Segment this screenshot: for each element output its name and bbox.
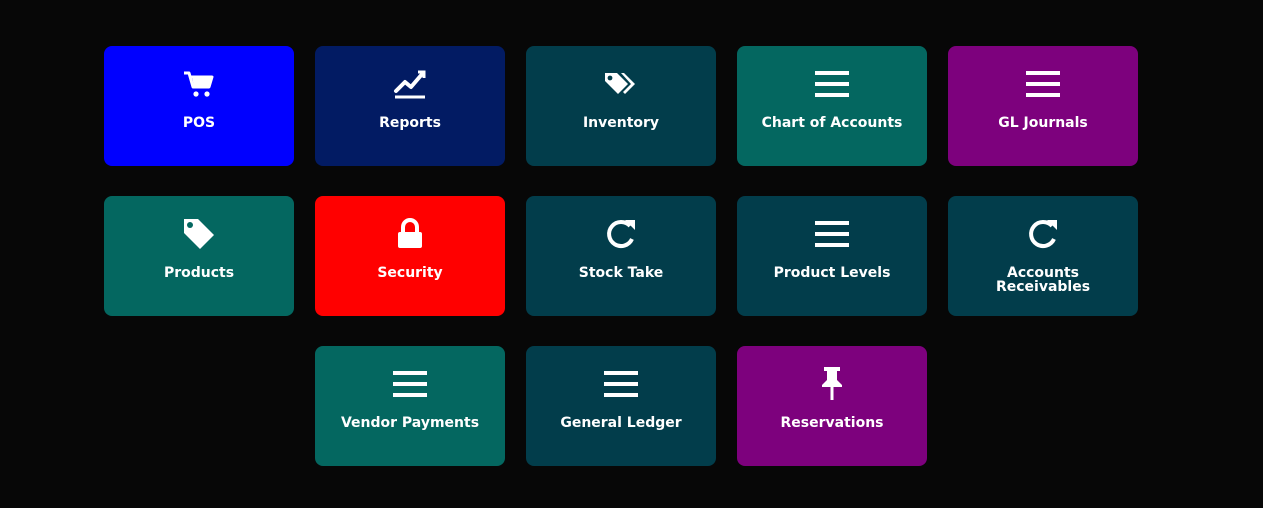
tag-icon bbox=[179, 216, 219, 252]
tile-inventory[interactable]: Inventory bbox=[526, 46, 716, 166]
tile-label: Reports bbox=[379, 115, 441, 131]
tile-label: POS bbox=[182, 115, 216, 131]
tile-label: GL Journals bbox=[998, 115, 1088, 131]
tile-reports[interactable]: Reports bbox=[315, 46, 505, 166]
refresh-icon bbox=[601, 216, 641, 252]
tile-label: Stock Take bbox=[578, 265, 664, 281]
tile-reservations[interactable]: Reservations bbox=[737, 346, 927, 466]
tile-label: Inventory bbox=[582, 115, 660, 131]
tile-label: Products bbox=[163, 265, 235, 281]
tile-stock-take[interactable]: Stock Take bbox=[526, 196, 716, 316]
lock-icon bbox=[390, 216, 430, 252]
cart-icon bbox=[179, 66, 219, 102]
tile-label: Chart of Accounts bbox=[761, 115, 903, 131]
line-chart-icon bbox=[390, 66, 430, 102]
tile-security[interactable]: Security bbox=[315, 196, 505, 316]
tile-general-ledger[interactable]: General Ledger bbox=[526, 346, 716, 466]
bars-icon bbox=[812, 216, 852, 252]
tile-chart-of-accounts[interactable]: Chart of Accounts bbox=[737, 46, 927, 166]
tile-label: Product Levels bbox=[773, 265, 891, 281]
bars-icon bbox=[601, 366, 641, 402]
pushpin-icon bbox=[812, 366, 852, 402]
tile-vendor-payments[interactable]: Vendor Payments bbox=[315, 346, 505, 466]
bars-icon bbox=[812, 66, 852, 102]
tile-product-levels[interactable]: Product Levels bbox=[737, 196, 927, 316]
tile-label: Accounts Receivables bbox=[995, 265, 1091, 295]
refresh-icon bbox=[1023, 216, 1063, 252]
tile-products[interactable]: Products bbox=[104, 196, 294, 316]
tags-icon bbox=[601, 66, 641, 102]
bars-icon bbox=[1023, 66, 1063, 102]
tile-accounts-receivables[interactable]: Accounts Receivables bbox=[948, 196, 1138, 316]
tile-label: Vendor Payments bbox=[340, 415, 480, 431]
tile-label: General Ledger bbox=[560, 415, 682, 431]
bars-icon bbox=[390, 366, 430, 402]
module-launcher: POS Reports Inventory Chart of Accounts … bbox=[0, 0, 1263, 508]
tile-gl-journals[interactable]: GL Journals bbox=[948, 46, 1138, 166]
tile-pos[interactable]: POS bbox=[104, 46, 294, 166]
tile-label: Reservations bbox=[780, 415, 884, 431]
tile-label: Security bbox=[377, 265, 443, 281]
